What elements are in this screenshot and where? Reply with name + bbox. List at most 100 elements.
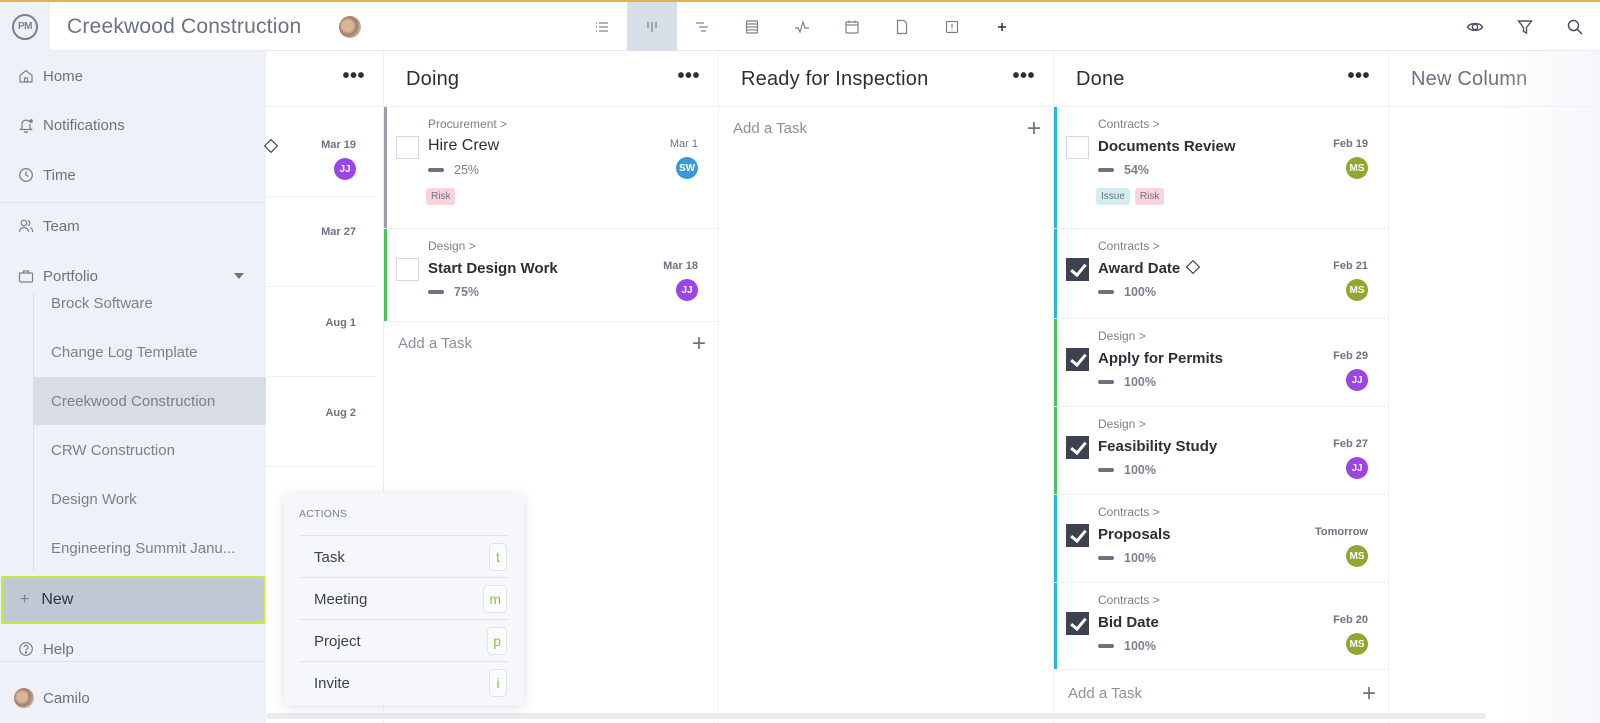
add-task-row[interactable]: Add a Task + xyxy=(384,322,718,366)
search-icon[interactable] xyxy=(1550,2,1600,51)
sidebar-item-notifications[interactable]: Notifications xyxy=(0,105,266,145)
plus-icon: + xyxy=(20,591,30,608)
portfolio-item[interactable]: Change Log Template xyxy=(33,328,266,376)
status-bar xyxy=(1054,229,1057,318)
task-card[interactable]: Contracts > Proposals 100% Tomorrow MS xyxy=(1054,495,1388,583)
task-checkbox[interactable] xyxy=(1066,348,1089,371)
column-menu-icon[interactable]: ••• xyxy=(342,66,365,86)
add-task-row[interactable]: Add a Task + xyxy=(719,107,1053,151)
plus-icon[interactable]: + xyxy=(1027,115,1041,143)
assignee-avatar[interactable]: MS xyxy=(1346,279,1368,301)
tag-issue[interactable]: Issue xyxy=(1096,188,1130,205)
task-checkbox[interactable] xyxy=(1066,436,1089,459)
task-checkbox[interactable] xyxy=(1066,258,1089,281)
sidebar-item-user[interactable]: Camilo xyxy=(0,678,266,718)
menu-item-project[interactable]: Project p xyxy=(299,619,509,661)
assignee-avatar[interactable]: JJ xyxy=(1346,369,1368,391)
menu-item-invite[interactable]: Invite i xyxy=(299,661,509,703)
assignee-avatar[interactable]: SW xyxy=(676,157,698,179)
users-icon xyxy=(18,218,34,234)
add-task-row[interactable]: Add a Task + xyxy=(1054,672,1388,716)
board-view-icon[interactable] xyxy=(627,2,677,51)
parent-breadcrumb[interactable]: Contracts > xyxy=(1098,505,1160,519)
assignee-avatar[interactable]: JJ xyxy=(1346,457,1368,479)
card-partial[interactable]: Mar 27 xyxy=(266,197,376,287)
new-column-title[interactable]: New Column xyxy=(1411,68,1527,91)
sidebar-item-label: Home xyxy=(43,67,84,85)
parent-breadcrumb[interactable]: Contracts > xyxy=(1098,117,1160,131)
dashboard-view-icon[interactable] xyxy=(777,2,827,51)
issues-view-icon[interactable] xyxy=(927,2,977,51)
task-title[interactable]: Feasibility Study xyxy=(1098,438,1217,455)
portfolio-item-active[interactable]: Creekwood Construction xyxy=(33,377,266,425)
add-view-icon[interactable] xyxy=(977,2,1027,51)
task-card[interactable]: Procurement > Hire Crew 25% Mar 1 SW Risk xyxy=(384,107,718,229)
filter-icon[interactable] xyxy=(1500,2,1550,51)
menu-item-task[interactable]: Task t xyxy=(299,535,509,577)
portfolio-item[interactable]: CRW Construction xyxy=(33,426,266,474)
task-card[interactable]: Design > Start Design Work 75% Mar 18 JJ xyxy=(384,229,718,322)
task-checkbox[interactable] xyxy=(1066,524,1089,547)
view-switcher xyxy=(577,2,1027,51)
card-partial[interactable]: Aug 1 xyxy=(266,287,376,377)
sidebar-item-home[interactable]: Home xyxy=(0,56,266,96)
assignee-avatar[interactable]: MS xyxy=(1346,545,1368,567)
parent-breadcrumb[interactable]: Procurement > xyxy=(428,117,507,131)
portfolio-item[interactable]: Brock Software xyxy=(33,279,266,327)
task-checkbox[interactable] xyxy=(396,258,419,281)
sheet-view-icon[interactable] xyxy=(727,2,777,51)
task-checkbox[interactable] xyxy=(1066,136,1089,159)
parent-breadcrumb[interactable]: Contracts > xyxy=(1098,593,1160,607)
task-title[interactable]: Proposals xyxy=(1098,526,1171,543)
task-checkbox[interactable] xyxy=(1066,612,1089,635)
sidebar-item-time[interactable]: Time xyxy=(0,155,266,195)
task-card[interactable]: Contracts > Documents Review 54% Feb 19 MS Is… xyxy=(1054,107,1388,229)
new-button[interactable]: + New xyxy=(1,576,265,624)
task-title[interactable]: Hire Crew xyxy=(428,137,499,155)
sidebar-item-team[interactable]: Team xyxy=(0,206,266,246)
assignee-avatar[interactable]: MS xyxy=(1346,633,1368,655)
parent-breadcrumb[interactable]: Design > xyxy=(428,239,476,253)
column-menu-icon[interactable]: ••• xyxy=(1012,66,1035,86)
plus-icon[interactable]: + xyxy=(692,330,706,358)
assignee-avatar[interactable]: JJ xyxy=(334,158,356,180)
task-title[interactable]: Award Date xyxy=(1098,259,1201,277)
task-title[interactable]: Start Design Work xyxy=(428,260,558,277)
parent-breadcrumb[interactable]: Design > xyxy=(1098,329,1146,343)
parent-breadcrumb[interactable]: Design > xyxy=(1098,417,1146,431)
gantt-view-icon[interactable] xyxy=(677,2,727,51)
eye-icon[interactable] xyxy=(1450,2,1500,51)
card-partial[interactable]: Mar 19 JJ xyxy=(263,107,376,197)
list-view-icon[interactable] xyxy=(577,2,627,51)
plus-icon[interactable]: + xyxy=(1362,680,1376,708)
assignee-avatar[interactable]: MS xyxy=(1346,157,1368,179)
task-card[interactable]: Contracts > Bid Date 100% Feb 20 MS xyxy=(1054,583,1388,670)
files-view-icon[interactable] xyxy=(877,2,927,51)
progress-dash-icon xyxy=(1098,168,1114,172)
portfolio-item-label: CRW Construction xyxy=(51,441,175,459)
task-card[interactable]: Contracts > Award Date 100% Feb 21 MS xyxy=(1054,229,1388,319)
portfolio-item[interactable]: Engineering Summit Janu... xyxy=(33,524,266,572)
task-title[interactable]: Bid Date xyxy=(1098,614,1159,631)
task-card[interactable]: Design > Apply for Permits 100% Feb 29 JJ xyxy=(1054,319,1388,407)
sidebar-item-help[interactable]: Help xyxy=(0,629,266,669)
task-title[interactable]: Documents Review xyxy=(1098,138,1236,155)
column-menu-icon[interactable]: ••• xyxy=(677,66,700,86)
logo-button[interactable]: PM xyxy=(0,2,50,51)
progress-value: 25% xyxy=(454,163,480,177)
assignee-avatar[interactable]: JJ xyxy=(676,279,698,301)
column-menu-icon[interactable]: ••• xyxy=(1347,66,1370,86)
task-title[interactable]: Apply for Permits xyxy=(1098,350,1223,367)
portfolio-item[interactable]: Design Work xyxy=(33,475,266,523)
calendar-view-icon[interactable] xyxy=(827,2,877,51)
tag-risk[interactable]: Risk xyxy=(1134,188,1165,205)
task-card[interactable]: Design > Feasibility Study 100% Feb 27 JJ xyxy=(1054,407,1388,495)
card-partial[interactable]: Aug 2 xyxy=(266,377,376,467)
task-checkbox[interactable] xyxy=(396,136,419,159)
actions-menu: ACTIONS Task t Meeting m Project p Invit… xyxy=(284,493,524,705)
project-owner-avatar[interactable] xyxy=(339,16,361,38)
menu-item-meeting[interactable]: Meeting m xyxy=(299,577,509,619)
tag-risk[interactable]: Risk xyxy=(426,188,456,205)
horizontal-scrollbar[interactable] xyxy=(266,713,1486,719)
parent-breadcrumb[interactable]: Contracts > xyxy=(1098,239,1160,253)
